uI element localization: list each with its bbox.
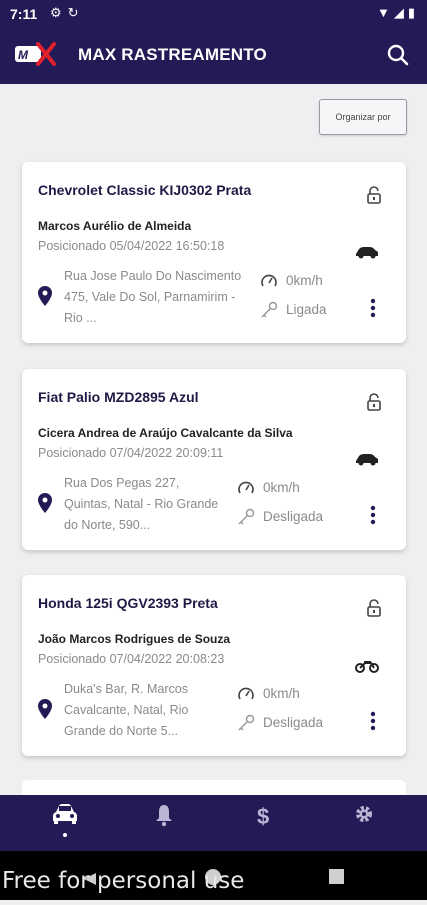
position-time: Posicionado 05/04/2022 16:50:18 (38, 239, 225, 253)
key-icon (237, 714, 255, 732)
position-time: Posicionado 07/04/2022 20:09:11 (38, 446, 224, 460)
key-icon (237, 508, 255, 526)
car-icon (45, 803, 85, 825)
vehicle-title: Honda 125i QGV2393 Preta (38, 595, 218, 611)
location-pin-icon (38, 699, 52, 719)
speedometer-icon (260, 272, 278, 290)
active-indicator (63, 833, 67, 837)
gear-icon: ⚙ (50, 5, 68, 20)
app-bar: M MAX RASTREAMENTO (0, 28, 427, 84)
more-options-icon[interactable] (370, 711, 376, 731)
app-title: MAX RASTREAMENTO (78, 45, 267, 64)
battery-icon: ▮ (407, 5, 419, 20)
vehicle-card[interactable]: Honda 125i QGV2393 Preta João Marcos Rod… (22, 575, 406, 756)
settings-icon (344, 803, 384, 825)
status-right-icons: ▼◢▮ (377, 5, 419, 21)
speedometer-icon (237, 685, 255, 703)
nav-financial[interactable]: $ (244, 803, 284, 843)
driver-name: João Marcos Rodrigues de Souza (38, 632, 231, 646)
nav-settings[interactable] (344, 803, 384, 843)
dollar-icon: $ (244, 803, 284, 829)
vehicle-address: Rua Dos Pegas 227, Quintas, Natal - Rio … (64, 476, 219, 532)
vehicle-card[interactable]: Chevrolet Classic KIJ0302 Prata Marcos A… (22, 162, 406, 343)
key-icon (260, 301, 278, 319)
brand-logo: M (14, 42, 58, 66)
vehicle-address: Rua Jose Paulo Do Nascimento 475, Vale D… (64, 269, 242, 325)
driver-name: Cicera Andrea de Araújo Cavalcante da Si… (38, 426, 293, 440)
sync-icon: ↻ (67, 5, 85, 20)
vehicle-speed: 0km/h (263, 686, 300, 701)
nav-vehicles[interactable] (45, 803, 85, 843)
search-icon[interactable] (385, 42, 411, 68)
bell-icon (144, 803, 184, 827)
more-options-icon[interactable] (370, 298, 376, 318)
ignition-status: Desligada (263, 509, 324, 524)
vehicle-title: Chevrolet Classic KIJ0302 Prata (38, 182, 252, 198)
nav-notifications[interactable] (144, 803, 184, 843)
watermark: Free for personal use (2, 868, 245, 894)
location-pin-icon (38, 493, 52, 513)
motorcycle-icon (354, 657, 380, 673)
speedometer-icon (237, 479, 255, 497)
ignition-status: Ligada (286, 302, 327, 317)
wifi-icon: ▼ (376, 5, 394, 20)
vehicle-speed: 0km/h (263, 480, 300, 495)
vehicle-card[interactable]: Fiat Palio MZD2895 Azul Cicera Andrea de… (22, 369, 406, 550)
unlock-icon[interactable] (366, 393, 382, 411)
vehicle-address: Duka's Bar, R. Marcos Cavalcante, Natal,… (64, 682, 189, 738)
svg-text:M: M (18, 48, 29, 62)
vehicle-title: Fiat Palio MZD2895 Azul (38, 389, 199, 405)
unlock-icon[interactable] (366, 186, 382, 204)
unlock-icon[interactable] (366, 599, 382, 617)
vehicle-speed: 0km/h (286, 273, 323, 288)
status-left-icons: ⚙↻ (50, 5, 85, 21)
car-icon (354, 244, 380, 260)
position-time: Posicionado 07/04/2022 20:08:23 (38, 652, 225, 666)
status-bar: 7:11 ⚙↻ ▼◢▮ (0, 0, 427, 28)
location-pin-icon (38, 286, 52, 306)
sort-button[interactable]: Organizar por (319, 99, 407, 135)
driver-name: Marcos Aurélio de Almeida (38, 219, 192, 233)
status-time: 7:11 (10, 6, 38, 22)
ignition-status: Desligada (263, 715, 324, 730)
bottom-nav: $ (0, 795, 427, 851)
svg-text:$: $ (257, 804, 269, 829)
more-options-icon[interactable] (370, 505, 376, 525)
car-icon (354, 451, 380, 467)
signal-icon: ◢ (393, 5, 408, 20)
